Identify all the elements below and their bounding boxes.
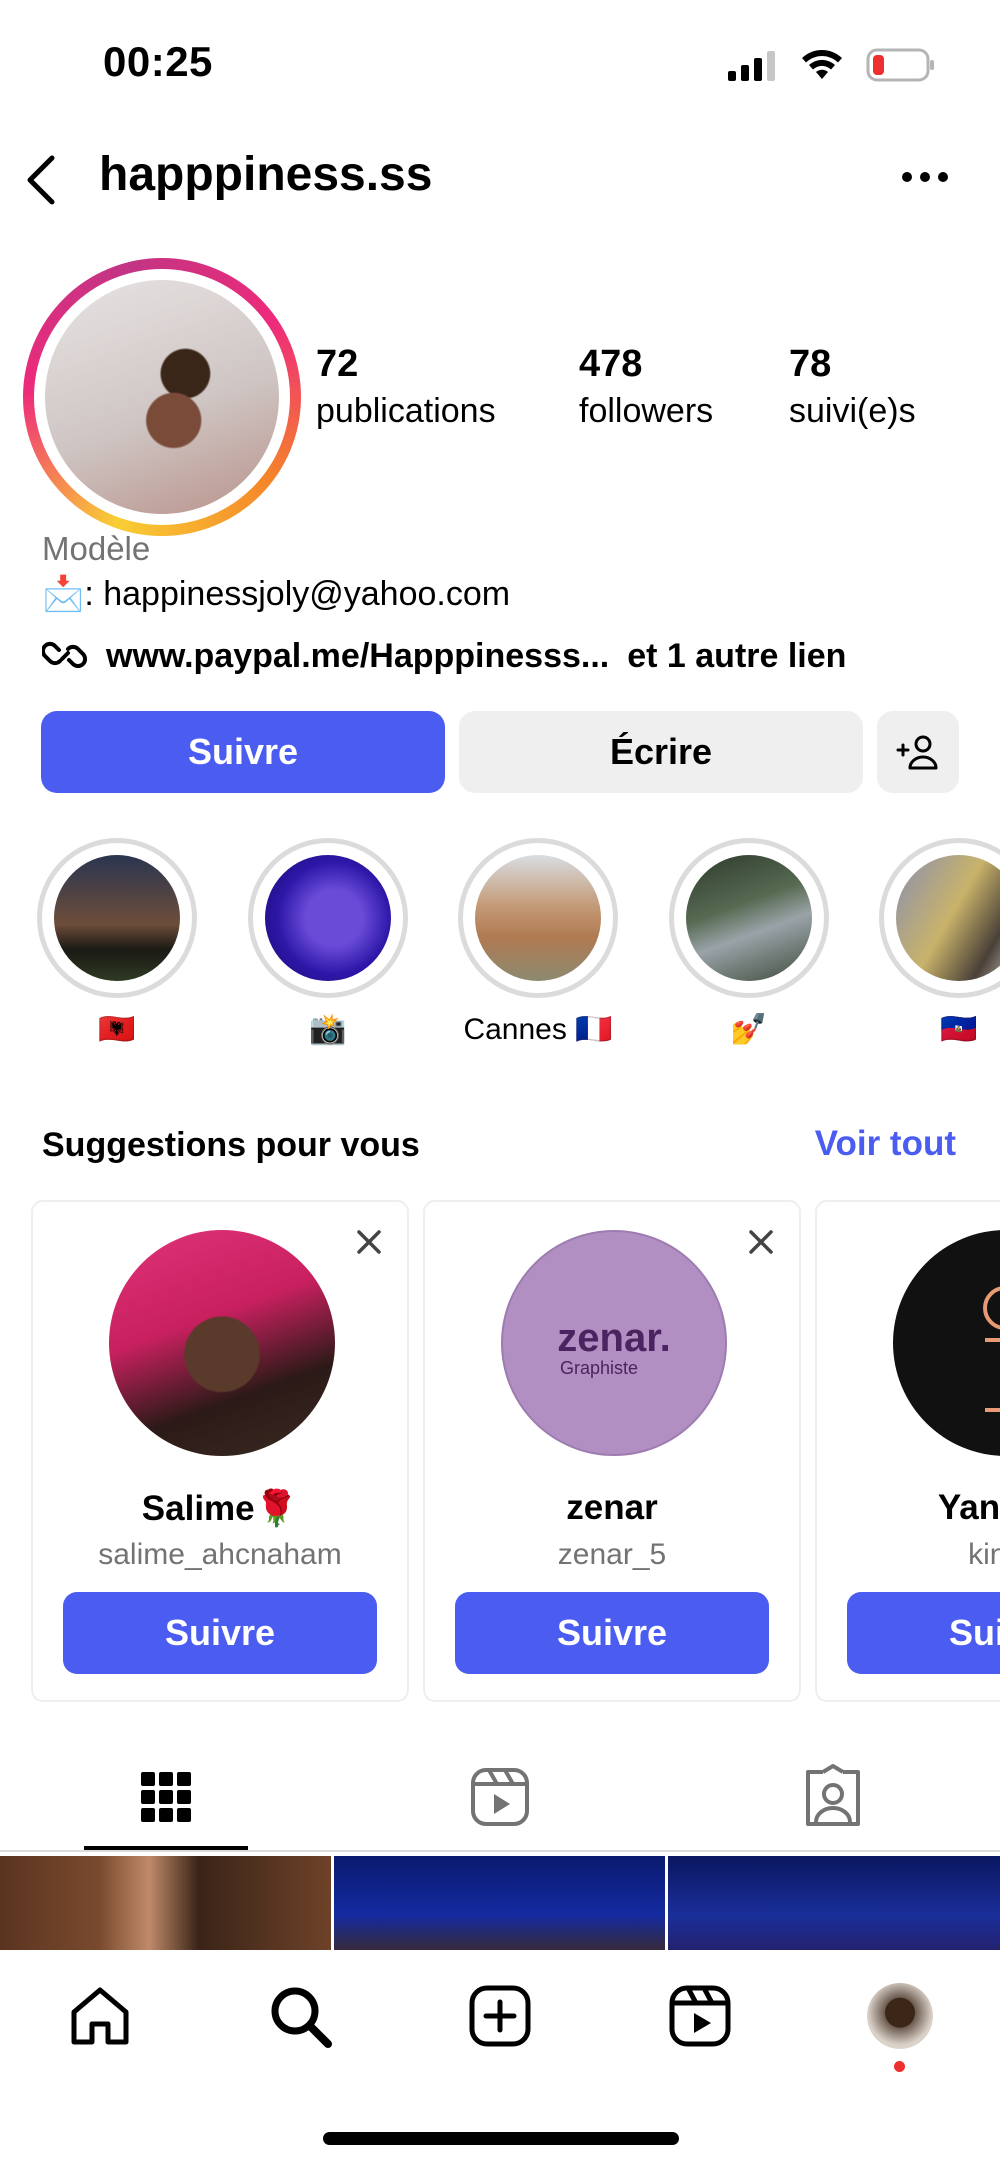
suggestion-name: Salime🌹 <box>141 1489 299 1528</box>
status-time: 00:25 <box>103 38 213 85</box>
grid-icon[interactable] <box>131 1762 201 1832</box>
see-all-link[interactable]: Voir tout <box>815 1124 956 1164</box>
message-button[interactable]: Écrire <box>459 711 863 793</box>
stat-followers[interactable]: 478 followers <box>579 343 713 431</box>
profile-avatar <box>45 280 279 514</box>
highlight-label: Cannes 🇫🇷 <box>463 1013 613 1046</box>
add-user-icon <box>896 735 938 770</box>
highlight-cover <box>54 855 180 981</box>
highlight-cover <box>265 855 391 981</box>
suggestion-name: zenar <box>566 1488 658 1527</box>
zenar-logo-text: zenar. <box>557 1316 671 1360</box>
stat-posts-count: 72 <box>316 343 359 385</box>
cellular-signal-icon <box>728 51 775 81</box>
suggestion-card: Yannick king_ Suivre <box>815 1200 1000 1702</box>
more-options-icon[interactable] <box>900 170 950 184</box>
tabs-divider <box>0 1850 1000 1852</box>
dismiss-icon[interactable] <box>355 1228 383 1256</box>
highlight-item[interactable]: 💅 <box>666 838 832 1047</box>
highlight-label: 🇭🇹 <box>940 1013 978 1046</box>
suggestions-title: Suggestions pour vous <box>42 1126 420 1164</box>
profile-email: 📩: happinessjoly@yahoo.com <box>42 575 511 613</box>
back-arrow-icon[interactable] <box>20 150 60 210</box>
suggestion-follow-button[interactable]: Suivre <box>63 1592 377 1674</box>
follow-button[interactable]: Suivre <box>41 711 445 793</box>
stat-following-count: 78 <box>789 343 832 385</box>
profile-links[interactable]: www.paypal.me/Happpinesss... et 1 autre … <box>42 633 846 679</box>
active-tab-indicator <box>84 1846 248 1850</box>
suggestion-handle: salime_ahcnaham <box>98 1538 342 1571</box>
dismiss-icon[interactable] <box>747 1228 775 1256</box>
stat-followers-label: followers <box>579 392 714 430</box>
suggestion-handle: zenar_5 <box>557 1538 667 1571</box>
highlight-label: 📸 <box>309 1013 347 1046</box>
suggestion-card-clip: Yannick king_ Suivre <box>815 1200 1000 1702</box>
stat-followers-count: 478 <box>579 343 643 385</box>
profile-avatar-story-ring[interactable] <box>23 258 301 536</box>
suggestion-handle: king_ <box>968 1538 1000 1571</box>
home-icon[interactable] <box>66 1982 134 2050</box>
notification-dot <box>894 2061 905 2072</box>
suggestion-avatar[interactable]: zenar. Graphiste <box>501 1230 727 1456</box>
stat-posts-label: publications <box>316 392 496 430</box>
suggestion-name: Yannick <box>937 1488 1000 1527</box>
status-icons <box>726 48 936 82</box>
suggestion-follow-button[interactable]: Suivre <box>847 1592 1000 1674</box>
highlight-label: 🇦🇱 <box>98 1013 136 1046</box>
profile-link-more[interactable]: et 1 autre lien <box>627 637 846 676</box>
suggestion-follow-button[interactable]: Suivre <box>455 1592 769 1674</box>
highlight-cover <box>475 855 601 981</box>
search-icon[interactable] <box>266 1982 334 2050</box>
post-thumbnail[interactable] <box>0 1856 331 1954</box>
highlight-item[interactable]: 📸 <box>245 838 411 1047</box>
suggestion-avatar[interactable] <box>109 1230 335 1456</box>
profile-link-text[interactable]: www.paypal.me/Happpinesss... <box>106 637 609 676</box>
tagged-icon[interactable] <box>798 1762 868 1832</box>
create-icon[interactable] <box>466 1982 534 2050</box>
zenar-logo-subtitle: Graphiste <box>559 1358 639 1378</box>
highlight-item[interactable]: 🇦🇱 <box>34 838 200 1047</box>
reels-tab-icon[interactable] <box>465 1762 535 1832</box>
stat-following[interactable]: 78 suivi(e)s <box>789 343 916 431</box>
stat-following-label: suivi(e)s <box>789 392 916 430</box>
suggestion-card: Salime🌹 salime_ahcnaham Suivre <box>31 1200 409 1702</box>
suggestion-avatar[interactable] <box>893 1230 1000 1456</box>
suggestion-card: zenar. Graphiste zenar zenar_5 Suivre <box>423 1200 801 1702</box>
link-icon <box>42 641 88 669</box>
neon-logo-icon <box>983 1286 1000 1412</box>
highlight-item[interactable]: Cannes 🇫🇷 <box>455 838 621 1047</box>
wifi-icon <box>802 50 842 79</box>
highlight-label: 💅 <box>730 1013 768 1046</box>
post-thumbnail[interactable] <box>668 1856 1000 1954</box>
highlight-cover <box>896 855 1000 981</box>
highlight-item[interactable]: 🇭🇹 <box>876 838 1000 1047</box>
profile-category: Modèle <box>42 530 151 567</box>
battery-low-icon <box>866 48 934 82</box>
profile-avatar-nav[interactable] <box>867 1983 933 2049</box>
reels-icon[interactable] <box>666 1982 734 2050</box>
post-thumbnail[interactable] <box>334 1856 665 1954</box>
highlight-cover <box>686 855 812 981</box>
home-indicator <box>323 2132 679 2145</box>
suggest-users-button[interactable] <box>877 711 959 793</box>
profile-username: happpiness.ss <box>99 148 433 201</box>
stat-posts[interactable]: 72 publications <box>316 343 496 431</box>
